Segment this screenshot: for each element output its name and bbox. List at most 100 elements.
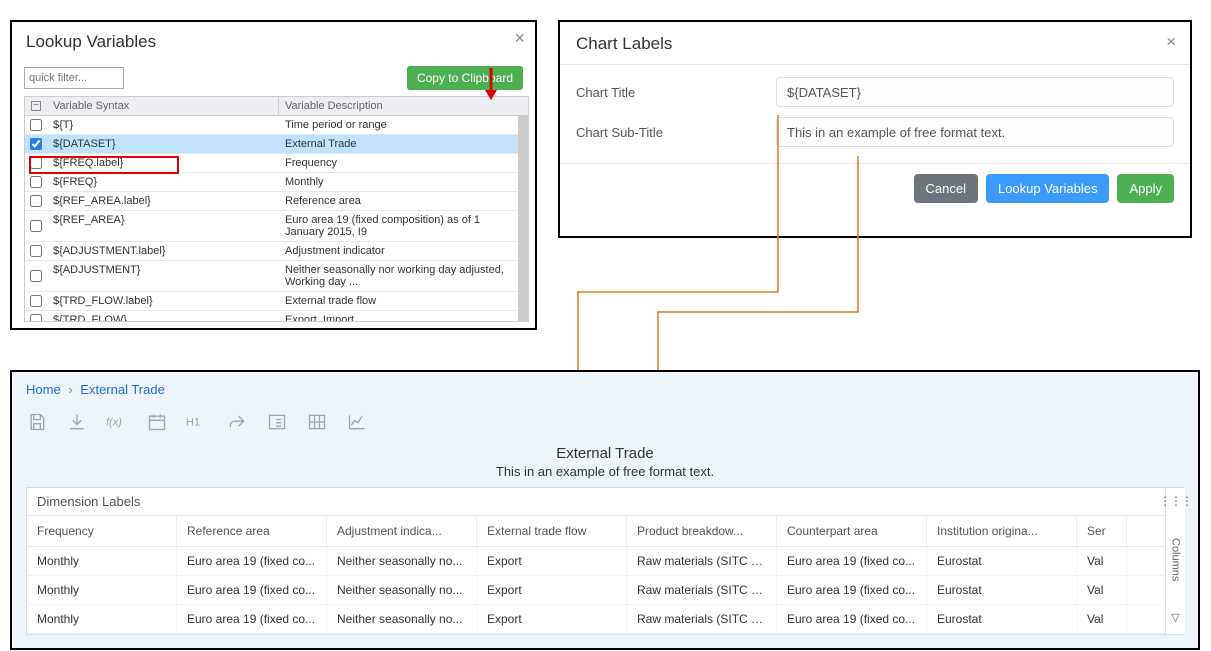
row-checkbox[interactable] — [30, 295, 42, 307]
lookup-variables-dialog: Lookup Variables × Copy to Clipboard − V… — [10, 20, 537, 330]
data-grid: Dimension Labels FrequencyReference area… — [26, 487, 1184, 635]
column-header[interactable]: Frequency — [27, 516, 177, 546]
variable-syntax-cell: ${ADJUSTMENT.label} — [47, 242, 279, 260]
column-header[interactable]: Institution origina... — [927, 516, 1077, 546]
chart-title-input[interactable] — [776, 77, 1174, 107]
close-icon[interactable]: × — [514, 28, 525, 49]
table-row[interactable]: ${TRD_FLOW.label}External trade flow — [25, 292, 518, 311]
row-checkbox[interactable] — [30, 176, 42, 188]
column-header[interactable]: Reference area — [177, 516, 327, 546]
column-header[interactable]: Counterpart area — [777, 516, 927, 546]
table-cell: Monthly — [27, 605, 177, 633]
preview-toolbar: f(x) H1 — [12, 403, 1198, 445]
variable-description-cell: Frequency — [279, 154, 518, 172]
table-cell: Raw materials (SITC 2 ... — [627, 547, 777, 575]
table-row[interactable]: ${DATASET}External Trade — [25, 135, 518, 154]
function-icon[interactable]: f(x) — [106, 411, 128, 433]
col-header-syntax[interactable]: Variable Syntax — [47, 97, 279, 115]
chevron-right-icon: › — [68, 382, 72, 397]
variable-description-cell: External trade flow — [279, 292, 518, 310]
collapse-icon[interactable]: − — [31, 101, 41, 111]
download-icon[interactable] — [66, 411, 88, 433]
table-row[interactable]: ${REF_AREA}Euro area 19 (fixed compositi… — [25, 211, 518, 242]
table-cell: Neither seasonally no... — [327, 605, 477, 633]
svg-text:H1: H1 — [186, 417, 200, 429]
chart-title-label: Chart Title — [576, 85, 776, 100]
variable-syntax-cell: ${T} — [47, 116, 279, 134]
column-header[interactable]: External trade flow — [477, 516, 627, 546]
variable-syntax-cell: ${TRD_FLOW.label} — [47, 292, 279, 310]
close-icon[interactable]: × — [1166, 32, 1176, 52]
quick-filter-input[interactable] — [24, 67, 124, 89]
variable-syntax-cell: ${DATASET} — [47, 135, 279, 153]
chart-icon[interactable] — [346, 411, 368, 433]
copy-to-clipboard-button[interactable]: Copy to Clipboard — [407, 66, 523, 90]
table-cell: Raw materials (SITC 2 ... — [627, 605, 777, 633]
table-row[interactable]: ${TRD_FLOW}Export, Import — [25, 311, 518, 321]
table-cell: Euro area 19 (fixed co... — [177, 547, 327, 575]
table-row[interactable]: MonthlyEuro area 19 (fixed co...Neither … — [27, 547, 1183, 576]
chart-subtitle-label: Chart Sub-Title — [576, 125, 776, 140]
variable-syntax-cell: ${REF_AREA.label} — [47, 192, 279, 210]
lookup-variables-button[interactable]: Lookup Variables — [986, 174, 1110, 203]
row-checkbox[interactable] — [30, 119, 42, 131]
table-row[interactable]: ${T}Time period or range — [25, 116, 518, 135]
variable-description-cell: Monthly — [279, 173, 518, 191]
table-cell: Neither seasonally no... — [327, 547, 477, 575]
chart-subtitle-input[interactable] — [776, 117, 1174, 147]
table-cell: Eurostat — [927, 576, 1077, 604]
variables-table: − Variable Syntax Variable Description $… — [24, 96, 529, 322]
table-cell: Monthly — [27, 547, 177, 575]
table-cell: Neither seasonally no... — [327, 576, 477, 604]
row-checkbox[interactable] — [30, 157, 42, 169]
cancel-button[interactable]: Cancel — [914, 174, 978, 203]
rendered-chart-title: External Trade — [12, 445, 1198, 462]
save-icon[interactable] — [26, 411, 48, 433]
column-header[interactable]: Product breakdow... — [627, 516, 777, 546]
column-header[interactable]: Ser — [1077, 516, 1127, 546]
annotation-arrow-icon — [482, 66, 500, 102]
breadcrumb: Home › External Trade — [12, 372, 1198, 403]
row-checkbox[interactable] — [30, 314, 42, 321]
table-cell: Export — [477, 576, 627, 604]
list-icon[interactable] — [266, 411, 288, 433]
table-cell: Euro area 19 (fixed co... — [177, 605, 327, 633]
apply-button[interactable]: Apply — [1117, 174, 1174, 203]
table-row[interactable]: ${FREQ}Monthly — [25, 173, 518, 192]
table-cell: Euro area 19 (fixed co... — [777, 605, 927, 633]
table-row[interactable]: ${ADJUSTMENT}Neither seasonally nor work… — [25, 261, 518, 292]
table-cell: Eurostat — [927, 547, 1077, 575]
columns-tab-label[interactable]: Columns — [1170, 538, 1182, 581]
grid-icon[interactable] — [306, 411, 328, 433]
table-cell: Euro area 19 (fixed co... — [777, 547, 927, 575]
calendar-icon[interactable] — [146, 411, 168, 433]
breadcrumb-home[interactable]: Home — [26, 382, 61, 397]
row-checkbox[interactable] — [30, 270, 42, 282]
heading-icon[interactable]: H1 — [186, 411, 208, 433]
variable-syntax-cell: ${TRD_FLOW} — [47, 311, 279, 321]
table-cell: Raw materials (SITC 2 ... — [627, 576, 777, 604]
filter-icon[interactable]: ▽ — [1171, 611, 1179, 624]
menu-icon[interactable]: ⋮⋮⋮ — [1159, 494, 1192, 508]
table-cell: Val — [1077, 547, 1127, 575]
table-cell: Val — [1077, 576, 1127, 604]
row-checkbox[interactable] — [30, 245, 42, 257]
row-checkbox[interactable] — [30, 220, 42, 232]
columns-side-panel[interactable]: ⋮⋮⋮ Columns ▽ — [1165, 488, 1185, 634]
variable-syntax-cell: ${FREQ} — [47, 173, 279, 191]
breadcrumb-page[interactable]: External Trade — [80, 382, 165, 397]
table-cell: Eurostat — [927, 605, 1077, 633]
row-checkbox[interactable] — [30, 138, 42, 150]
table-row[interactable]: ${ADJUSTMENT.label}Adjustment indicator — [25, 242, 518, 261]
chart-preview-panel: Home › External Trade f(x) H1 External T… — [10, 370, 1200, 650]
table-row[interactable]: ${REF_AREA.label}Reference area — [25, 192, 518, 211]
column-header[interactable]: Adjustment indica... — [327, 516, 477, 546]
chart-labels-dialog: Chart Labels × Chart Title Chart Sub-Tit… — [558, 20, 1192, 238]
table-row[interactable]: MonthlyEuro area 19 (fixed co...Neither … — [27, 605, 1183, 634]
variable-syntax-cell: ${FREQ.label} — [47, 154, 279, 172]
row-checkbox[interactable] — [30, 195, 42, 207]
share-icon[interactable] — [226, 411, 248, 433]
table-cell: Export — [477, 547, 627, 575]
table-row[interactable]: MonthlyEuro area 19 (fixed co...Neither … — [27, 576, 1183, 605]
table-row[interactable]: ${FREQ.label}Frequency — [25, 154, 518, 173]
